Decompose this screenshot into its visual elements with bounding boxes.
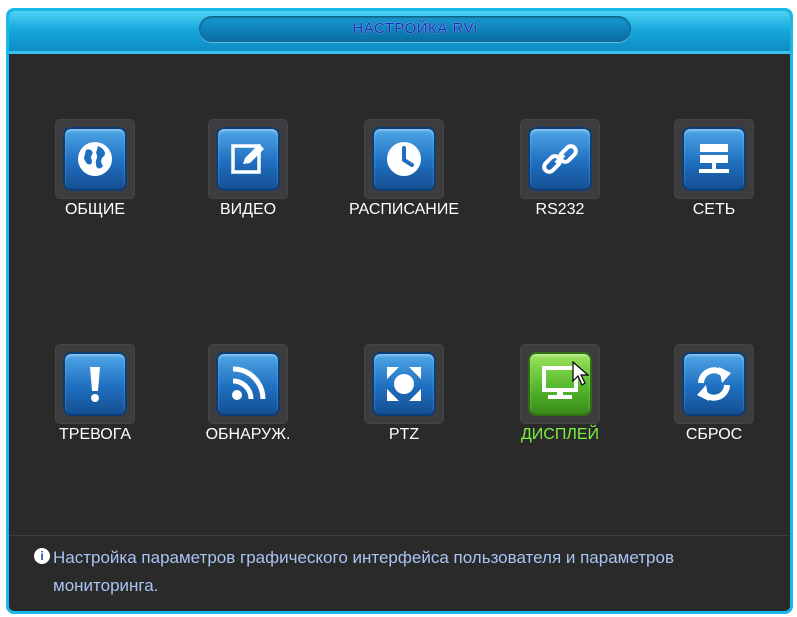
menu-item-label: RS232 (535, 201, 585, 218)
mouse-cursor-icon (572, 361, 590, 386)
status-text: Настройка параметров графического интерф… (53, 548, 674, 595)
clock-icon (387, 142, 421, 176)
menu-item-network[interactable]: СЕТЬ (649, 119, 779, 219)
title-bar: НАСТРОЙКА RVi (9, 11, 790, 54)
menu-item-label: СБРОС (685, 426, 743, 443)
menu-item-label: СЕТЬ (692, 201, 736, 218)
menu-item-alarm[interactable]: ТРЕВОГА (30, 344, 160, 444)
menu-item-label: РАСПИСАНИЕ (348, 201, 460, 218)
title-pill: НАСТРОЙКА RVi (199, 16, 631, 42)
globe-icon (78, 142, 112, 176)
link-icon (542, 144, 578, 174)
alarm-icon (90, 367, 100, 402)
menu-item-video[interactable]: ВИДЕО (183, 119, 313, 219)
menu-item-label: ВИДЕО (219, 201, 277, 218)
settings-window: НАСТРОЙКА RVi ОБЩИЕ ВИДЕО РАСПИСАНИЕ RS2… (6, 8, 793, 614)
menu-item-general[interactable]: ОБЩИЕ (30, 119, 160, 219)
menu-item-rs232[interactable]: RS232 (495, 119, 625, 219)
menu-item-label: ОБНАРУЖ. (205, 426, 291, 443)
menu-item-schedule[interactable]: РАСПИСАНИЕ (339, 119, 469, 219)
edit-icon (231, 144, 264, 174)
rss-icon (232, 366, 266, 400)
menu-item-label: ОБЩИЕ (64, 201, 126, 218)
status-bar: i Настройка параметров графического инте… (9, 535, 790, 611)
network-icon (699, 144, 729, 173)
menu-item-reset[interactable]: СБРОС (649, 344, 779, 444)
menu-item-label: ТРЕВОГА (59, 426, 131, 443)
menu-item-ptz[interactable]: PTZ (339, 344, 469, 444)
ptz-icon (387, 367, 421, 401)
menu-item-detection[interactable]: ОБНАРУЖ. (183, 344, 313, 444)
info-icon: i (34, 548, 50, 564)
menu-item-display[interactable]: ДИСПЛЕЙ (495, 344, 625, 444)
menu-item-label: PTZ (388, 426, 420, 443)
menu-item-label: ДИСПЛЕЙ (520, 426, 600, 443)
refresh-icon (697, 367, 731, 401)
window-title: НАСТРОЙКА RVi (352, 20, 478, 37)
